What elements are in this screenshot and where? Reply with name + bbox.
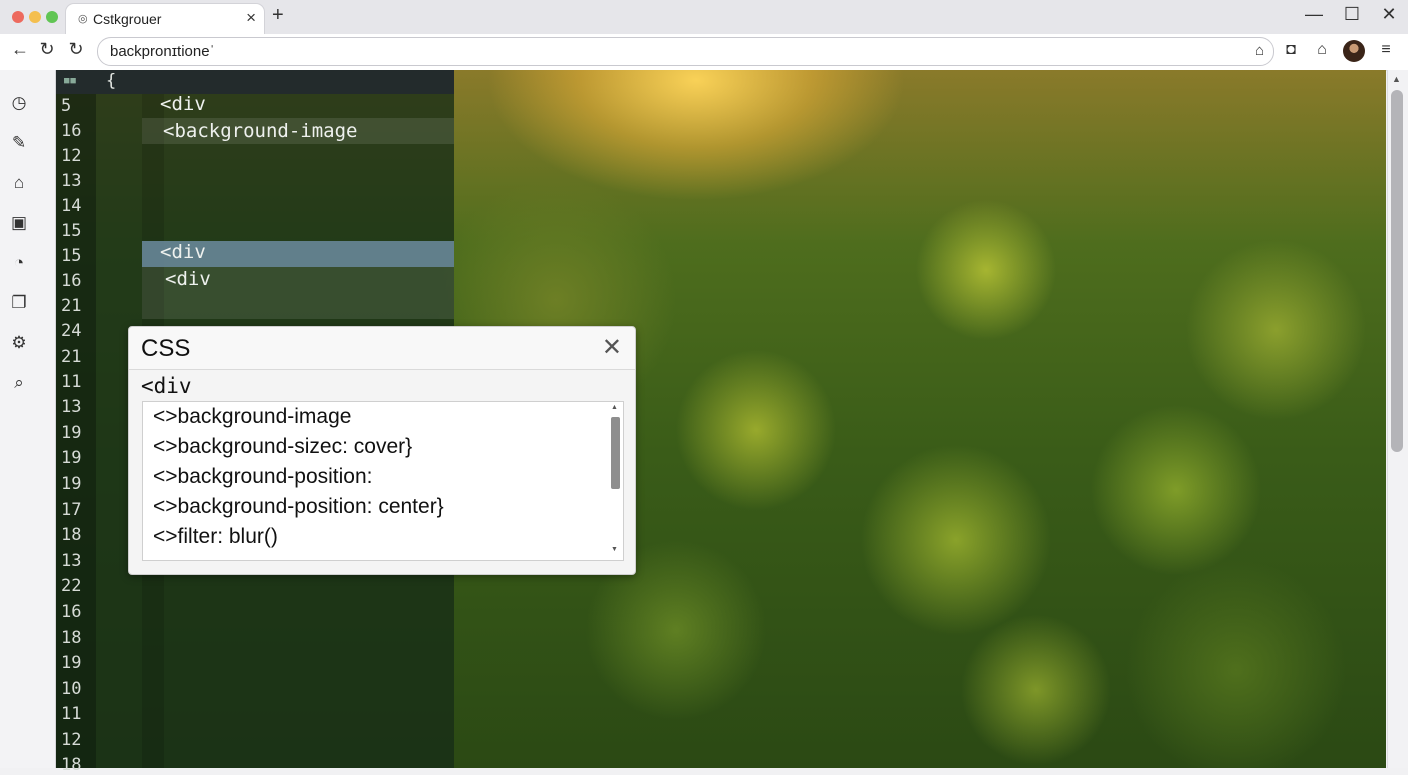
suggestion-item[interactable]: <>background-sizeᴄ: cover} (153, 435, 412, 459)
line-number: 17 (61, 500, 82, 520)
calendar-icon[interactable]: ▣ (8, 212, 30, 234)
profile-avatar[interactable] (1343, 40, 1365, 62)
css-suggestion-popup: CSS ✕ <div <>background-image <>backgrou… (128, 326, 636, 575)
minimize-icon[interactable]: — (1302, 4, 1326, 25)
suggestion-list[interactable]: <>background-image <>background-sizeᴄ: c… (142, 401, 624, 561)
line-number: 18 (61, 525, 82, 545)
line-number: 14 (61, 196, 82, 216)
browser-tab[interactable]: ◎ Cstkgrouer × (66, 4, 264, 34)
popup-selector: <div (141, 374, 192, 398)
camera-icon[interactable]: ◘ (1281, 41, 1301, 59)
url-text[interactable]: backpronɪtioneˈ (110, 43, 215, 60)
highlighted-line (142, 293, 454, 319)
line-number: 10 (61, 679, 82, 699)
line-number: 16 (61, 121, 82, 141)
line-number: 13 (61, 397, 82, 417)
code-line[interactable]: <div (160, 241, 206, 263)
close-icon[interactable]: ✕ (602, 333, 622, 362)
line-number: 12 (61, 730, 82, 750)
line-number: 11 (61, 704, 82, 724)
scroll-down-icon[interactable]: ▼ (611, 546, 618, 553)
pencil-icon[interactable]: ✎ (8, 132, 30, 154)
scrollbar-thumb[interactable] (611, 417, 620, 489)
tab-title: Cstkgrouer (93, 11, 162, 27)
open-brace: { (106, 71, 117, 91)
editor-header: ■■ { (56, 70, 454, 94)
suggestion-item[interactable]: <>filter: blur() (153, 525, 278, 549)
line-number: 13 (61, 171, 82, 191)
maximize-icon[interactable]: ☐ (1340, 4, 1364, 25)
suggestion-item[interactable]: <>background-position: (153, 465, 373, 489)
scrollbar-thumb[interactable] (1391, 90, 1403, 452)
line-number: 24 (61, 321, 82, 341)
tab-close-icon[interactable]: × (246, 8, 256, 28)
suggestion-scrollbar[interactable]: ▲ ▼ (609, 404, 621, 556)
zoom-window-button[interactable] (46, 11, 58, 23)
title-bar: ◎ Cstkgrouer × + — ☐ ✕ (0, 0, 1408, 34)
popup-title: CSS (141, 335, 191, 362)
line-number: 19 (61, 653, 82, 673)
home-icon[interactable]: ⌂ (8, 172, 30, 194)
bookmark-icon[interactable]: ⌂ (1255, 42, 1264, 59)
compass-icon[interactable]: ◔ (8, 252, 30, 274)
browser-toolbar: ← ↻ ↻ backpronɪtioneˈ ⌂ ◘ ⌂ ≡ (0, 34, 1408, 71)
menu-icon[interactable]: ≡ (1376, 41, 1396, 59)
scroll-up-icon[interactable]: ▲ (611, 404, 618, 411)
code-line[interactable]: <background-image (163, 120, 357, 142)
home-icon[interactable]: ⌂ (1312, 41, 1332, 59)
line-number: 15 (61, 246, 82, 266)
scroll-up-icon[interactable]: ▲ (1392, 74, 1401, 84)
address-bar[interactable]: backpronɪtioneˈ ⌂ (97, 37, 1274, 66)
line-number: 19 (61, 474, 82, 494)
line-number: 19 (61, 423, 82, 443)
close-window-button[interactable] (12, 11, 24, 23)
layers-icon[interactable]: ❐ (8, 292, 30, 314)
suggestion-item[interactable]: <>background-position: center} (153, 495, 444, 519)
page-scrollbar[interactable]: ▲ (1387, 70, 1408, 768)
globe-icon: ◎ (78, 13, 88, 25)
line-number: 13 (61, 551, 82, 571)
line-number: 18 (61, 755, 82, 775)
minimap-icon[interactable]: ■■ (64, 77, 78, 86)
history-icon[interactable]: ◷ (8, 92, 30, 114)
line-number: 19 (61, 448, 82, 468)
line-number: 12 (61, 146, 82, 166)
code-line[interactable]: <div (165, 268, 211, 290)
code-line[interactable]: <div (160, 93, 206, 115)
close-icon[interactable]: ✕ (1377, 4, 1401, 25)
line-number: 21 (61, 296, 82, 316)
search-icon[interactable]: ⌕ (8, 372, 30, 394)
line-number: 5 (61, 96, 72, 116)
gear-icon[interactable]: ⚙ (8, 332, 30, 354)
line-number: 11 (61, 372, 82, 392)
line-number: 16 (61, 602, 82, 622)
popup-header: CSS ✕ (129, 327, 635, 370)
line-number: 15 (61, 221, 82, 241)
reload-icon[interactable]: ↻ (65, 39, 87, 60)
new-tab-icon[interactable]: + (272, 4, 284, 27)
activity-bar: ◷ ✎ ⌂ ▣ ◔ ❐ ⚙ ⌕ (0, 70, 56, 768)
back-icon[interactable]: ← (9, 39, 31, 60)
line-number: 16 (61, 271, 82, 291)
line-number: 18 (61, 628, 82, 648)
line-number: 21 (61, 347, 82, 367)
minimize-window-button[interactable] (29, 11, 41, 23)
suggestion-item[interactable]: <>background-image (153, 405, 351, 429)
line-number: 22 (61, 576, 82, 596)
forward-icon[interactable]: ↻ (36, 39, 58, 60)
